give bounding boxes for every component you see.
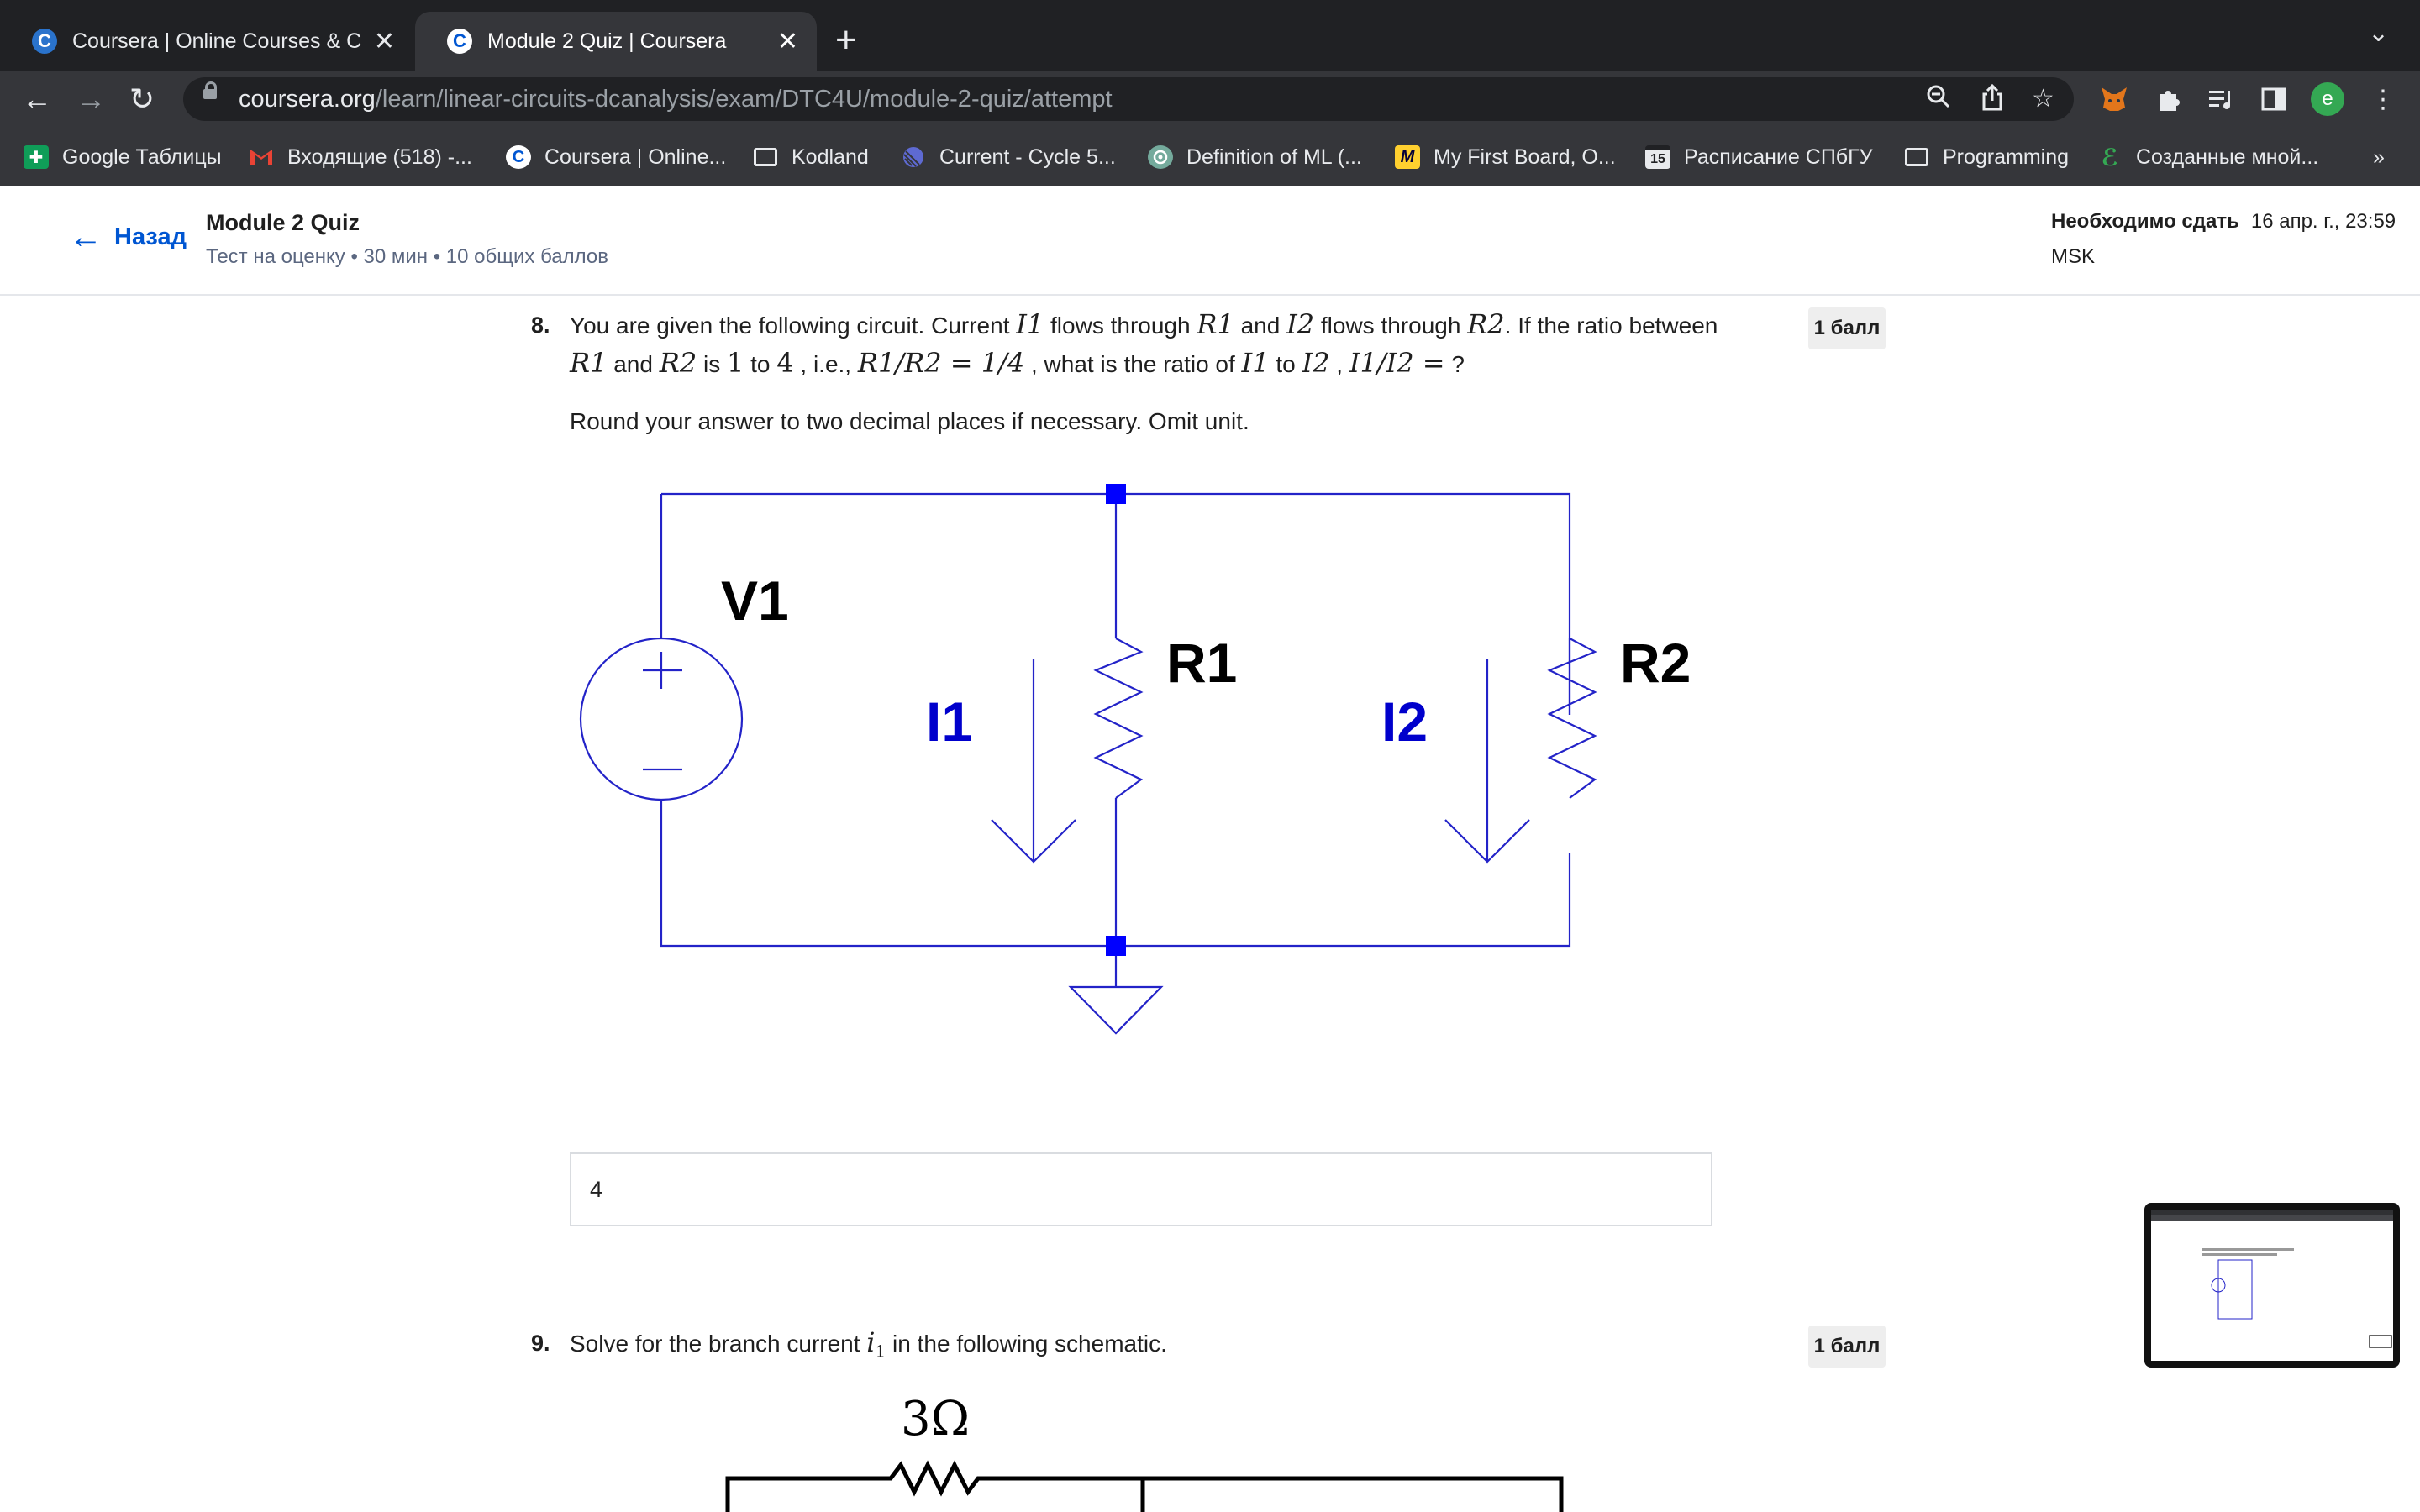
media-queue-icon[interactable]	[2205, 82, 2238, 116]
bookmark-programming[interactable]: Programming	[1904, 128, 2069, 186]
tab-label: Coursera | Online Courses & Cr	[72, 29, 362, 53]
tab-label: Module 2 Quiz | Coursera	[487, 29, 727, 53]
google-sheets-icon: ✚	[24, 145, 49, 169]
bookmark-gmail[interactable]: Входящие (518) -...	[249, 128, 472, 186]
url-text[interactable]: coursera.org/learn/linear-circuits-dcana…	[239, 77, 1113, 121]
bookmark-miro-board[interactable]: M My First Board, O...	[1395, 128, 1616, 186]
back-arrow-icon[interactable]: ←	[22, 71, 52, 128]
screen-share-preview[interactable]	[2144, 1203, 2400, 1368]
answer-input[interactable]	[570, 1152, 1712, 1226]
bookmark-star-icon[interactable]: ☆	[2032, 84, 2054, 114]
points-badge: 1 балл	[1808, 307, 1886, 349]
question-9-text: Solve for the branch current i1 in the f…	[570, 1326, 1167, 1362]
bookmark-kodland[interactable]: Kodland	[753, 128, 869, 186]
bookmarks-bar: ✚ Google Таблицы Входящие (518) -... C C…	[0, 128, 2420, 187]
bookmark-definition-ml[interactable]: Definition of ML (...	[1148, 128, 1362, 186]
bookmark-spbu-schedule[interactable]: 15 Расписание СПбГУ	[1645, 128, 1873, 186]
points-badge: 1 балл	[1808, 1326, 1886, 1368]
back-button[interactable]: ← Назад	[69, 220, 187, 254]
close-icon[interactable]: ✕	[777, 27, 798, 56]
label-r1: R1	[1166, 632, 1237, 694]
resistor-r2-symbol	[1547, 638, 1597, 799]
share-icon[interactable]	[1980, 83, 2005, 118]
due-date: Необходимо сдать 16 апр. г., 23:59	[2051, 210, 2396, 233]
arrow-left-icon: ←	[69, 218, 103, 255]
close-icon[interactable]: ✕	[374, 27, 395, 56]
label-v1: V1	[721, 570, 789, 632]
linear-app-icon	[901, 145, 926, 169]
circuit-node	[1106, 484, 1126, 504]
label-r2: R2	[1620, 632, 1691, 694]
tab-strip: C Coursera | Online Courses & Cr ✕ C Mod…	[0, 0, 2420, 71]
resistor-value-label: 3Ω	[901, 1394, 970, 1446]
resistor-symbol	[725, 1460, 1145, 1512]
folder-icon	[753, 145, 778, 169]
kebab-menu-icon[interactable]: ⋮	[2366, 82, 2400, 116]
bookmark-google-sheets[interactable]: ✚ Google Таблицы	[24, 128, 222, 186]
preview-thumbnail-image	[2151, 1210, 2393, 1348]
ground-symbol	[1068, 985, 1164, 1035]
question-number: 9.	[531, 1331, 550, 1356]
address-bar[interactable]: coursera.org/learn/linear-circuits-dcana…	[183, 77, 2074, 121]
bookmark-coursera[interactable]: C Coursera | Online...	[506, 128, 726, 186]
coursera-favicon-icon: C	[447, 29, 472, 54]
circuit-wire	[1143, 1476, 1564, 1512]
bookmark-created-by-me[interactable]: ℰ Созданные мной...	[2097, 128, 2318, 186]
metamask-extension-icon[interactable]	[2097, 82, 2131, 116]
stepik-icon: ℰ	[2101, 144, 2119, 171]
miro-icon: M	[1395, 145, 1420, 169]
instruction-text: Round your answer to two decimal places …	[570, 408, 1249, 434]
quiz-title: Module 2 Quiz	[206, 210, 360, 235]
question-8-text: You are given the following circuit. Cur…	[570, 308, 1718, 379]
tab-coursera-home[interactable]: C Coursera | Online Courses & Cr ✕	[0, 12, 413, 71]
forward-arrow-icon[interactable]: →	[76, 71, 106, 128]
new-tab-button[interactable]: +	[835, 15, 857, 66]
zoom-icon[interactable]	[1926, 84, 1951, 117]
coursera-icon: C	[506, 145, 531, 169]
chatgpt-icon	[1148, 145, 1173, 169]
calendar-icon: 15	[1645, 145, 1670, 169]
side-panel-icon[interactable]	[2257, 82, 2291, 116]
browser-toolbar: ← → ↻ coursera.org/learn/linear-circuits…	[0, 71, 2420, 128]
question-number: 8.	[531, 312, 550, 338]
lock-icon[interactable]	[203, 81, 217, 99]
schematic-diagram: 3Ω	[725, 1394, 1564, 1512]
quiz-subtitle: Тест на оценку • 30 мин • 10 общих балло…	[206, 245, 608, 268]
label-i1: I1	[926, 690, 972, 753]
extensions-puzzle-icon[interactable]	[2151, 82, 2185, 116]
circuit-node	[1106, 936, 1126, 956]
coursera-favicon-icon: C	[32, 29, 57, 54]
reload-icon[interactable]: ↻	[129, 71, 155, 128]
quiz-header: ← Назад Module 2 Quiz Тест на оценку • 3…	[0, 186, 2420, 296]
label-i2: I2	[1381, 690, 1428, 753]
circuit-diagram: V1 R1 R2 I1 I2	[579, 484, 1691, 1035]
gmail-icon	[249, 145, 274, 169]
bookmark-current-cycle[interactable]: Current - Cycle 5...	[901, 128, 1116, 186]
timezone: MSK	[2051, 245, 2096, 268]
profile-avatar[interactable]: e	[2311, 82, 2344, 116]
more-bookmarks-button[interactable]: »	[2373, 128, 2385, 186]
chevron-down-icon[interactable]: ⌄	[2368, 18, 2389, 48]
folder-icon	[1904, 145, 1929, 169]
tab-module-2-quiz[interactable]: C Module 2 Quiz | Coursera ✕	[415, 12, 817, 71]
resistor-r1-symbol	[1093, 638, 1144, 799]
